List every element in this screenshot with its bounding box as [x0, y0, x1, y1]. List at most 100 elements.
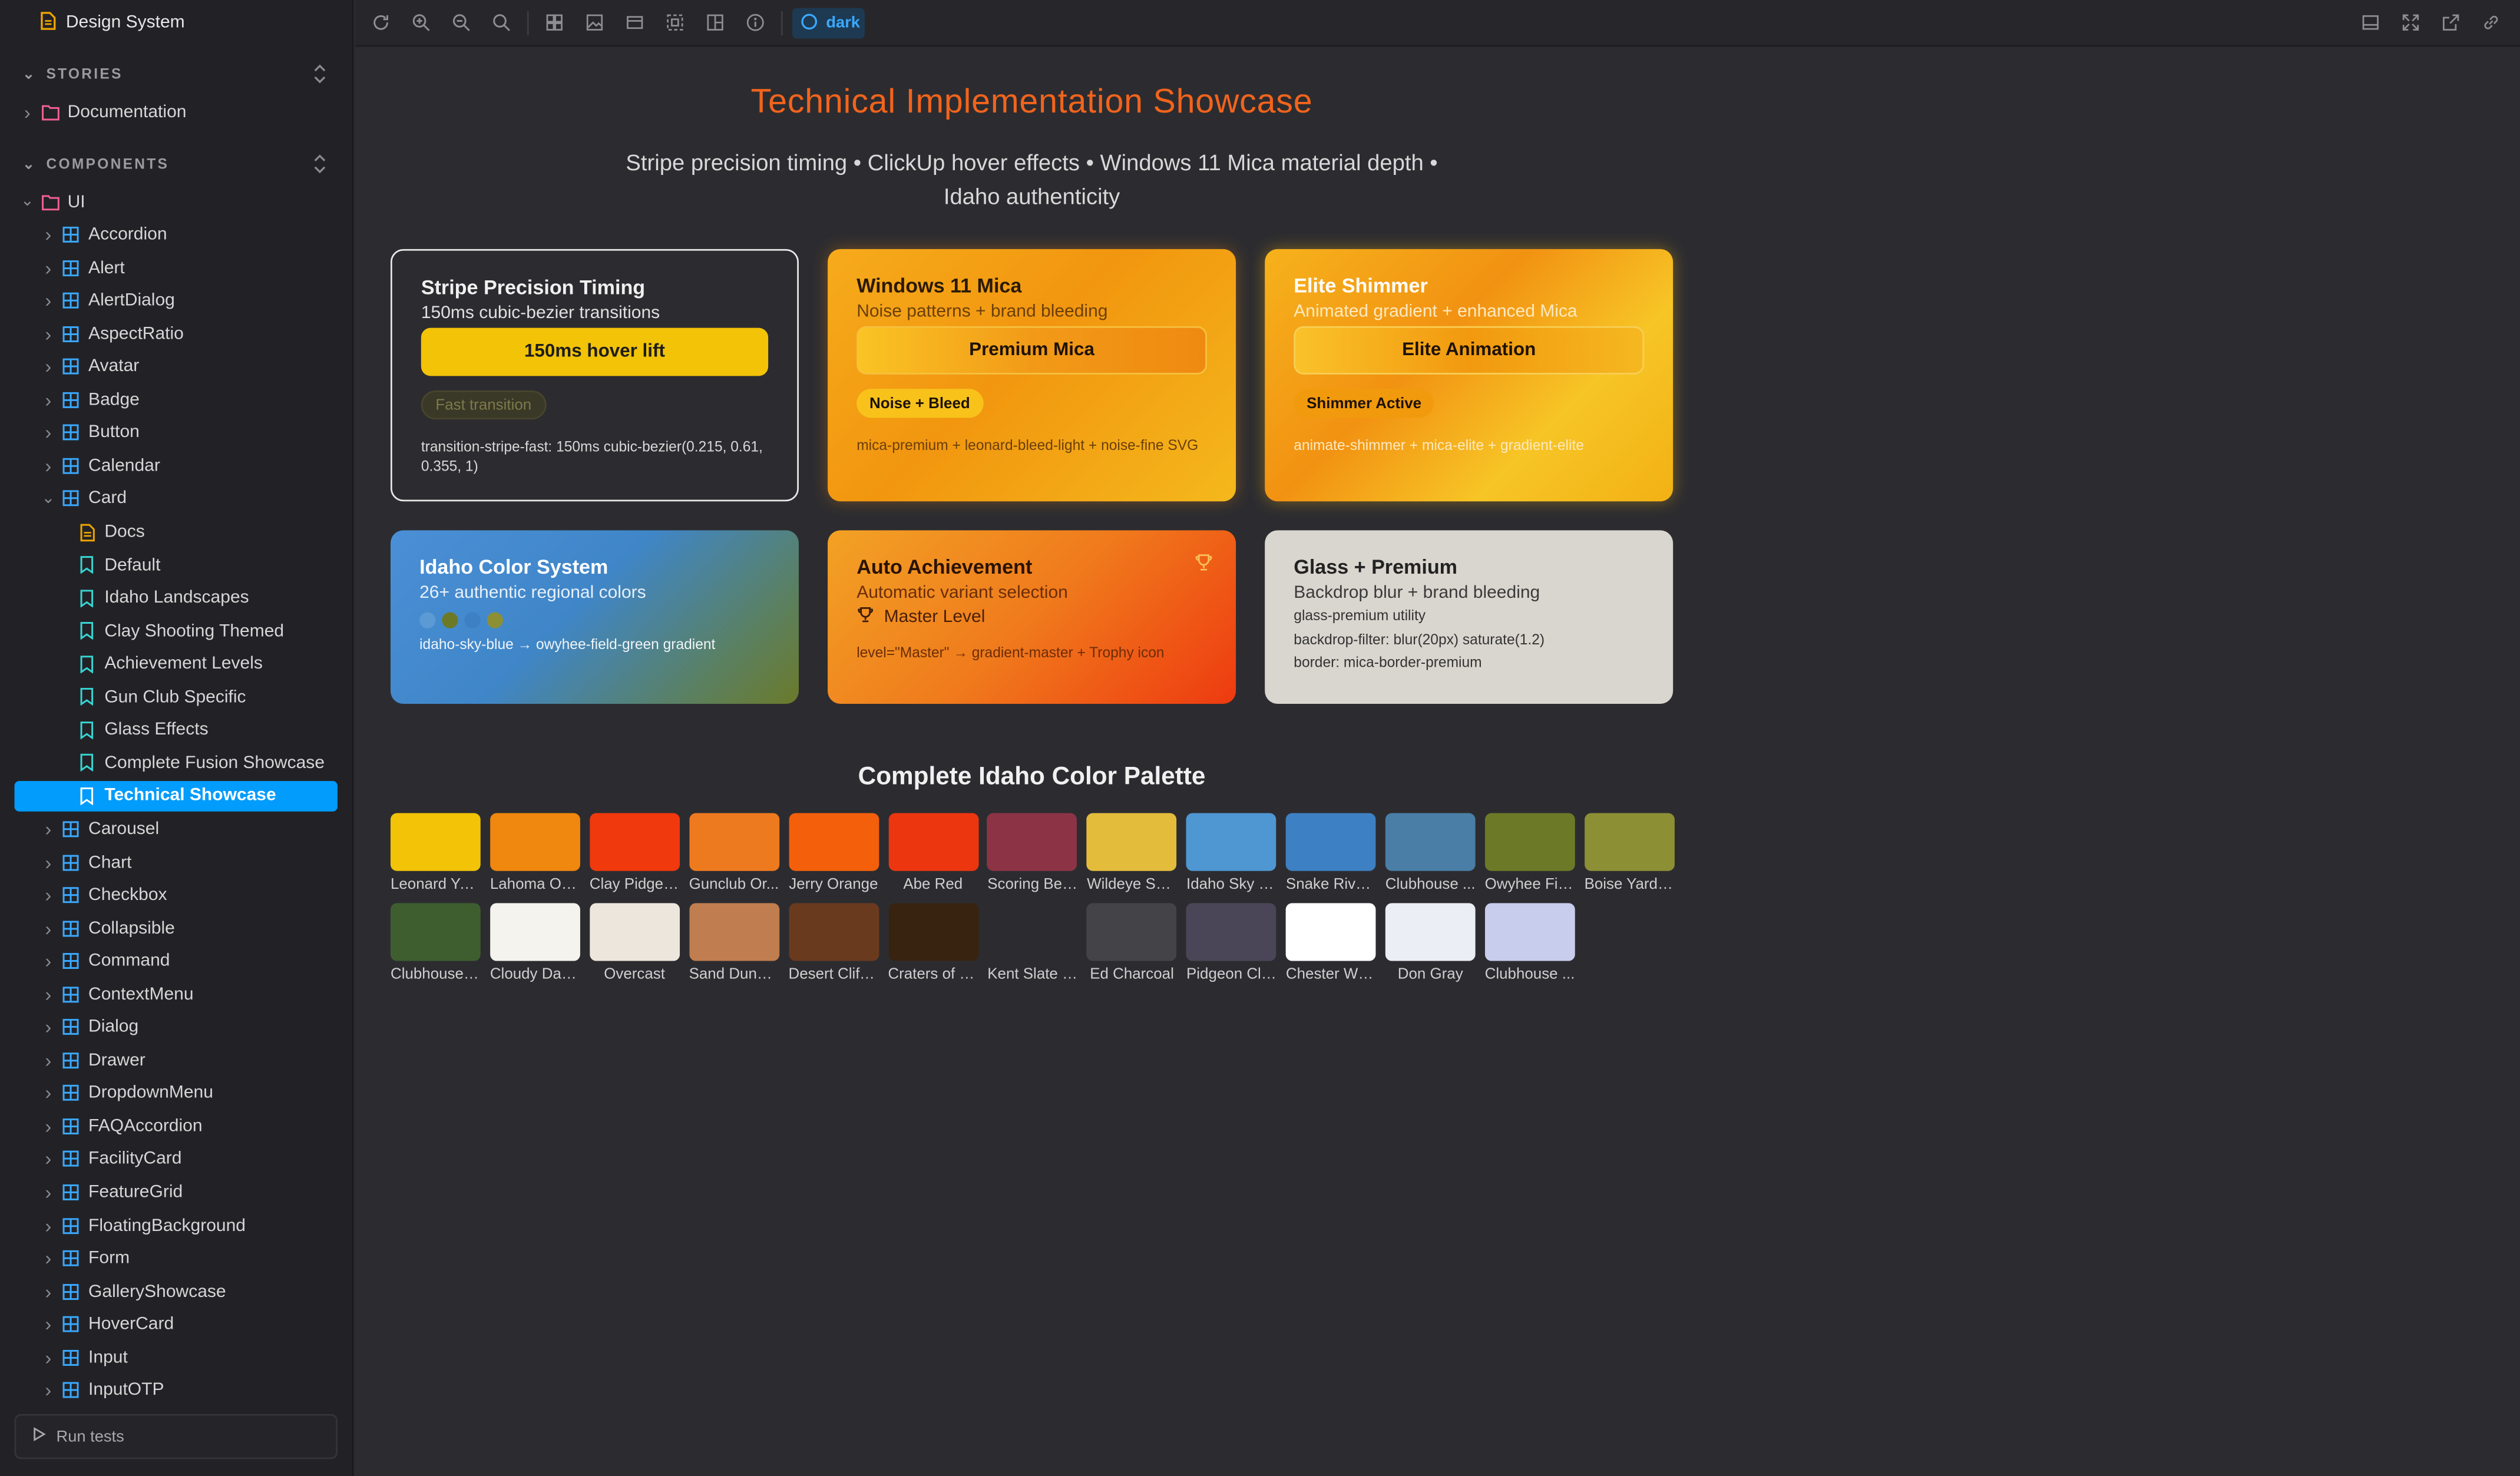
sidebar-toggle-icon[interactable] [2357, 9, 2383, 35]
chevron-right-icon[interactable]: › [40, 289, 56, 312]
chevron-right-icon[interactable]: › [40, 983, 56, 1005]
card-elite-shimmer[interactable]: Elite Shimmer Animated gradient + enhanc… [1265, 249, 1674, 502]
chevron-right-icon[interactable]: › [40, 1313, 56, 1336]
sidebar-item-galleryshowcase[interactable]: › GalleryShowcase [15, 1276, 338, 1307]
section-components[interactable]: ⌄ COMPONENTS [22, 153, 169, 175]
zoom-in-icon[interactable] [408, 9, 434, 35]
sidebar-brand[interactable]: Design System [40, 11, 185, 34]
open-new-tab-icon[interactable] [2438, 9, 2464, 35]
color-swatch[interactable]: Ed Charcoal [1087, 903, 1177, 984]
chevron-right-icon[interactable]: › [40, 1082, 56, 1104]
sidebar-item-command[interactable]: › Command [15, 946, 338, 977]
chevron-right-icon[interactable]: › [40, 1214, 56, 1236]
card-idaho-colors[interactable]: Idaho Color System 26+ authentic regiona… [390, 530, 799, 704]
color-swatch[interactable]: Clay Pidgeo... [589, 813, 680, 893]
chevron-right-icon[interactable]: › [40, 256, 56, 279]
chevron-right-icon[interactable]: › [40, 1280, 56, 1302]
color-swatch[interactable]: Sand Dune ... [689, 903, 779, 984]
sidebar-item-hovercard[interactable]: › HoverCard [15, 1309, 338, 1340]
run-tests-button[interactable]: Run tests [14, 1414, 338, 1460]
sidebar-item-drawer[interactable]: › Drawer [15, 1045, 338, 1075]
color-swatch[interactable]: Craters of th... [888, 903, 978, 984]
sidebar-item-card[interactable]: ⌄ Card [15, 484, 338, 514]
sidebar-item-badge[interactable]: › Badge [15, 385, 338, 415]
chevron-right-icon[interactable]: › [40, 851, 56, 873]
sidebar-item-achievement-levels[interactable]: Achievement Levels [15, 648, 338, 679]
expand-collapse-icon[interactable] [312, 62, 331, 85]
color-swatch[interactable]: Wildeye Sus... [1087, 813, 1177, 893]
color-swatch[interactable]: Kent Slate G... [987, 903, 1078, 984]
color-swatch[interactable]: Snake River ... [1285, 813, 1376, 893]
measure-icon[interactable] [702, 9, 728, 35]
hover-lift-button[interactable]: 150ms hover lift [421, 327, 769, 376]
sidebar-item-facilitycard[interactable]: › FacilityCard [15, 1144, 338, 1174]
sidebar-item-aspectratio[interactable]: › AspectRatio [15, 319, 338, 349]
color-swatch[interactable]: Lahoma Ora... [490, 813, 580, 893]
sidebar-item-calendar[interactable]: › Calendar [15, 451, 338, 481]
sidebar-item-idaho-landscapes[interactable]: Idaho Landscapes [15, 583, 338, 613]
zoom-out-icon[interactable] [448, 9, 474, 35]
sidebar-item-input[interactable]: › Input [15, 1342, 338, 1373]
chevron-right-icon[interactable]: › [40, 1379, 56, 1402]
sidebar-item-carousel[interactable]: › Carousel [15, 814, 338, 845]
chevron-right-icon[interactable]: › [40, 884, 56, 906]
copy-link-icon[interactable] [2478, 9, 2504, 35]
sidebar-item-contextmenu[interactable]: › ContextMenu [15, 979, 338, 1010]
sidebar-item-chart[interactable]: › Chart [15, 847, 338, 878]
chevron-right-icon[interactable]: › [40, 356, 56, 378]
sidebar-item-featuregrid[interactable]: › FeatureGrid [15, 1177, 338, 1207]
color-swatch[interactable]: Clubhouse ... [1484, 903, 1575, 984]
zoom-reset-icon[interactable] [488, 9, 514, 35]
sidebar-item-gun-club-specific[interactable]: Gun Club Specific [15, 681, 338, 712]
sidebar-item-form[interactable]: › Form [15, 1243, 338, 1274]
chevron-right-icon[interactable]: › [40, 1181, 56, 1203]
sidebar-item-button[interactable]: › Button [15, 418, 338, 448]
chevron-right-icon[interactable]: › [40, 917, 56, 939]
outline-icon[interactable] [662, 9, 688, 35]
sidebar-item-accordion[interactable]: › Accordion [15, 220, 338, 250]
chevron-right-icon[interactable]: › [40, 323, 56, 345]
color-swatch[interactable]: Chester White [1285, 903, 1376, 984]
card-windows-mica[interactable]: Windows 11 Mica Noise patterns + brand b… [828, 249, 1236, 502]
sidebar-item-alertdialog[interactable]: › AlertDialog [15, 286, 338, 316]
color-swatch[interactable]: Don Gray [1385, 903, 1476, 984]
chevron-right-icon[interactable]: › [40, 455, 56, 477]
premium-mica-button[interactable]: Premium Mica [856, 326, 1207, 375]
sidebar-item-inputotp[interactable]: › InputOTP [15, 1375, 338, 1406]
chevron-right-icon[interactable]: › [40, 223, 56, 246]
chevron-right-icon[interactable]: › [40, 1247, 56, 1269]
sidebar-item-collapsible[interactable]: › Collapsible [15, 913, 338, 944]
sidebar-item-avatar[interactable]: › Avatar [15, 352, 338, 382]
expand-collapse-icon[interactable] [312, 153, 331, 175]
elite-animation-button[interactable]: Elite Animation [1294, 326, 1645, 375]
sidebar-item-complete-fusion-showcase[interactable]: Complete Fusion Showcase [15, 748, 338, 779]
sidebar-item-ui[interactable]: ⌄ UI [15, 186, 338, 217]
chevron-right-icon[interactable]: › [40, 1346, 56, 1369]
color-swatch[interactable]: Jerry Orange [788, 813, 879, 893]
chevron-right-icon[interactable]: › [40, 818, 56, 840]
color-swatch[interactable]: Pidgeon Cla... [1186, 903, 1276, 984]
chevron-right-icon[interactable]: › [40, 389, 56, 411]
sidebar-item-alert[interactable]: › Alert [15, 253, 338, 283]
color-swatch[interactable]: Clubhouse ... [1385, 813, 1476, 893]
reload-icon[interactable] [368, 9, 394, 35]
chevron-right-icon[interactable]: › [40, 950, 56, 972]
sidebar-item-glass-effects[interactable]: Glass Effects [15, 715, 338, 746]
accessibility-icon[interactable] [742, 9, 768, 35]
color-swatch[interactable]: Gunclub Or... [689, 813, 779, 893]
section-stories[interactable]: ⌄ STORIES [22, 62, 123, 85]
card-glass-premium[interactable]: Glass + Premium Backdrop blur + brand bl… [1265, 530, 1674, 704]
chevron-right-icon[interactable]: › [40, 1148, 56, 1170]
card-stripe-timing[interactable]: Stripe Precision Timing 150ms cubic-bezi… [390, 249, 799, 502]
color-swatch[interactable]: Abe Red [888, 813, 978, 893]
chevron-right-icon[interactable]: › [40, 1016, 56, 1038]
chevron-down-icon[interactable]: ⌄ [19, 193, 35, 210]
color-swatch[interactable]: Scoring Ben... [987, 813, 1078, 893]
viewport-icon[interactable] [622, 9, 648, 35]
color-swatch[interactable]: Idaho Sky Bl... [1186, 813, 1276, 893]
color-swatch[interactable]: Clubhouse L... [390, 903, 481, 984]
theme-toggle-button[interactable]: dark [792, 8, 865, 39]
sidebar-item-checkbox[interactable]: › Checkbox [15, 880, 338, 911]
sidebar-item-technical-showcase[interactable]: Technical Showcase [14, 780, 338, 812]
fullscreen-icon[interactable] [2398, 9, 2424, 35]
